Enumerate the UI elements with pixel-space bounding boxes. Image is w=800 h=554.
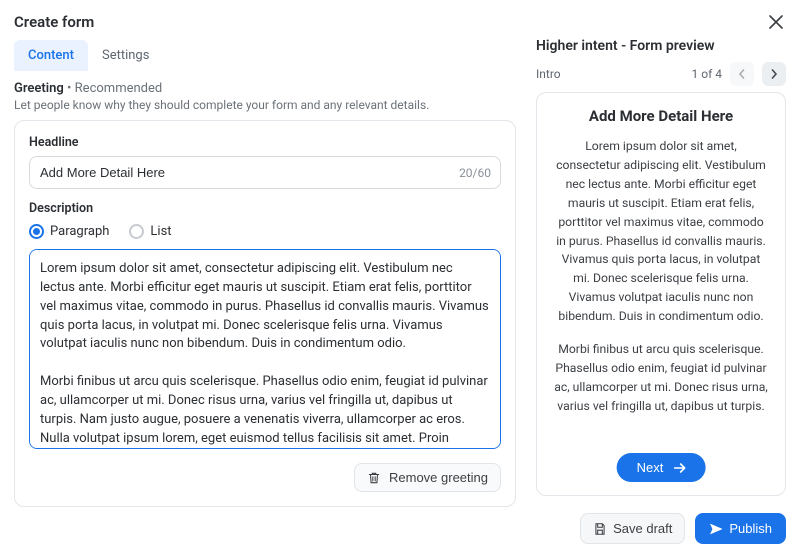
preview-next-button[interactable]: [762, 62, 786, 86]
modal-footer: Save draft Publish: [580, 513, 786, 544]
save-icon: [593, 522, 607, 536]
chevron-right-icon: [769, 69, 779, 79]
section-title: Greeting: [14, 81, 64, 96]
relevant-details-link[interactable]: relevant details: [345, 98, 426, 112]
preview-title: Higher intent - Form preview: [536, 38, 786, 54]
description-type-radio-group: Paragraph List: [29, 224, 501, 239]
radio-dot-icon: [129, 224, 144, 239]
remove-greeting-button[interactable]: Remove greeting: [354, 463, 501, 492]
modal-header: Create form: [14, 12, 786, 32]
recommended-badge: Recommended: [75, 81, 163, 96]
trash-icon: [367, 471, 381, 485]
chevron-left-icon: [737, 69, 747, 79]
description-label: Description: [29, 201, 501, 216]
radio-dot-icon: [29, 224, 44, 239]
preview-prev-button[interactable]: [730, 62, 754, 86]
preview-paragraph: Morbi finibus ut arcu quis scelerisque. …: [553, 340, 769, 416]
arrow-right-icon: [673, 463, 685, 473]
close-icon[interactable]: [766, 12, 786, 32]
headline-input[interactable]: [29, 156, 501, 189]
radio-list[interactable]: List: [129, 224, 171, 239]
modal-title: Create form: [14, 13, 94, 31]
left-column: Content Settings Greeting • Recommended …: [14, 36, 516, 507]
save-draft-button[interactable]: Save draft: [580, 513, 685, 544]
tab-settings[interactable]: Settings: [88, 40, 163, 71]
preview-column: Higher intent - Form preview Intro 1 of …: [536, 36, 786, 496]
preview-nav-right: 1 of 4: [692, 62, 786, 86]
description-textarea[interactable]: [29, 249, 501, 449]
preview-next-cta[interactable]: Next: [617, 453, 706, 482]
tab-bar: Content Settings: [14, 40, 516, 71]
preview-frame: Add More Detail Here Lorem ipsum dolor s…: [536, 92, 786, 496]
radio-paragraph[interactable]: Paragraph: [29, 224, 109, 239]
preview-nav: Intro 1 of 4: [536, 62, 786, 86]
headline-field: 20/60: [29, 156, 501, 189]
create-form-modal: Create form Content Settings Greeting • …: [0, 0, 800, 554]
preview-paragraph: Lorem ipsum dolor sit amet, consectetur …: [553, 137, 769, 326]
preview-count: 1 of 4: [692, 67, 722, 81]
remove-greeting-row: Remove greeting: [29, 463, 501, 492]
send-icon: [709, 522, 723, 536]
headline-label: Headline: [29, 135, 501, 150]
publish-button[interactable]: Publish: [695, 513, 786, 544]
tab-content[interactable]: Content: [14, 40, 88, 71]
greeting-heading: Greeting • Recommended: [14, 81, 516, 96]
greeting-card: Headline 20/60 Description Paragraph Lis…: [14, 120, 516, 507]
headline-counter: 20/60: [459, 166, 491, 180]
section-subtitle: Let people know why they should complete…: [14, 98, 516, 112]
preview-stage-label: Intro: [536, 67, 561, 81]
preview-headline: Add More Detail Here: [553, 107, 769, 125]
columns: Content Settings Greeting • Recommended …: [14, 36, 786, 507]
preview-body: Lorem ipsum dolor sit amet, consectetur …: [553, 137, 769, 416]
preview-next-row: Next: [617, 453, 706, 482]
